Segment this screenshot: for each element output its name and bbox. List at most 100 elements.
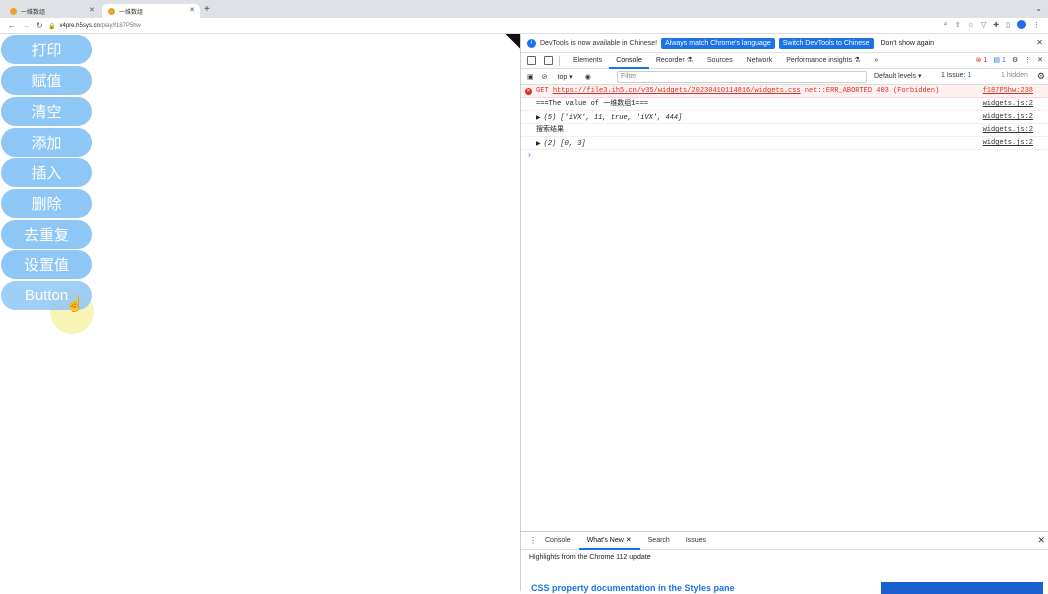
- tab-title: 一维数组: [119, 9, 144, 16]
- context-selector[interactable]: top ▾: [558, 73, 573, 81]
- close-drawer-icon[interactable]: ✕: [1037, 535, 1045, 546]
- divider: [559, 55, 560, 66]
- browser-tab[interactable]: 一维数组 ✕: [4, 4, 100, 18]
- forward-icon[interactable]: →: [22, 21, 30, 30]
- url-field[interactable]: 🔒 v4pre.h5sys.cn/play/f187P5hw: [48, 21, 141, 31]
- console-log-row[interactable]: ▶ (2) [0, 3] widgets.js:2: [521, 137, 1048, 150]
- zoom-icon[interactable]: ⌕: [944, 21, 948, 29]
- error-url-link[interactable]: https://file3.ih5.cn/v35/widgets/2023041…: [553, 87, 801, 95]
- whats-new-heading: Highlights from the Chrome 112 update: [529, 554, 651, 561]
- log-array-text: (2) [0, 3]: [543, 140, 586, 148]
- new-tab-button[interactable]: +: [204, 4, 210, 15]
- drawer-tab-label: What's New: [586, 536, 624, 544]
- tab-recorder[interactable]: Recorder ⚗: [649, 53, 700, 69]
- console-filter-input[interactable]: Filter: [617, 71, 867, 83]
- expand-arrow-icon[interactable]: ▶: [536, 140, 541, 147]
- issues-badge[interactable]: 1 Issue: 1: [941, 72, 971, 79]
- reload-icon[interactable]: ↻: [36, 21, 43, 30]
- back-icon[interactable]: ←: [8, 21, 16, 30]
- tab-sources[interactable]: Sources: [700, 53, 740, 69]
- drawer-menu-icon[interactable]: ⋮: [529, 536, 537, 545]
- browser-tab-active[interactable]: 一维数组 ✕: [102, 4, 200, 18]
- close-tab-icon[interactable]: ✕: [626, 537, 632, 544]
- close-tab-icon[interactable]: ✕: [189, 6, 195, 14]
- expand-arrow-icon[interactable]: ▶: [536, 114, 541, 121]
- language-infobar: i DevTools is now available in Chinese! …: [521, 34, 1048, 53]
- error-status: net::ERR_ABORTED 403 (Forbidden): [804, 87, 940, 95]
- switch-chinese-button[interactable]: Switch DevTools to Chinese: [778, 37, 874, 49]
- issues-count: 1: [967, 72, 972, 79]
- lock-icon: 🔒: [48, 23, 56, 30]
- log-source-link[interactable]: widgets.js:2: [983, 137, 1033, 150]
- dont-show-again-button[interactable]: Don't show again: [881, 40, 934, 47]
- live-expression-eye-icon[interactable]: ◉: [585, 73, 591, 81]
- device-toolbar-icon[interactable]: [544, 56, 553, 65]
- close-devtools-icon[interactable]: ✕: [1037, 56, 1043, 64]
- console-settings-gear-icon[interactable]: ⚙: [1037, 71, 1045, 82]
- drawer-tab-search[interactable]: Search: [640, 532, 678, 550]
- log-text: ===The value of 一维数组1===: [536, 100, 649, 108]
- menu-dots-icon[interactable]: ⋮: [1033, 21, 1040, 29]
- browser-tab-strip: 一维数组 ✕ 一维数组 ✕ + ⌄: [0, 0, 1048, 18]
- match-language-button[interactable]: Always match Chrome's language: [661, 37, 775, 49]
- dedupe-button[interactable]: 去重复: [1, 220, 92, 249]
- infobar-message: DevTools is now available in Chinese!: [540, 39, 658, 47]
- extension-icon[interactable]: ▽: [981, 21, 986, 29]
- favicon-icon: [108, 7, 115, 15]
- bookmark-star-icon[interactable]: ☆: [968, 21, 974, 29]
- print-button[interactable]: 打印: [1, 35, 92, 64]
- log-array-text: (5) ['iVX', 11, true, 'iVX', 444]: [543, 114, 683, 122]
- tab-console[interactable]: Console: [609, 53, 649, 69]
- set-value-button[interactable]: 设置值: [1, 250, 92, 279]
- error-source-link[interactable]: f187P5hw:238: [983, 85, 1033, 98]
- customize-menu-icon[interactable]: ⋮: [1024, 56, 1031, 64]
- devtools-status: ⊗ 1 ▤ 1 ⚙ ⋮ ✕: [976, 56, 1043, 64]
- more-tabs-icon[interactable]: »: [867, 53, 885, 69]
- error-count-badge[interactable]: ⊗ 1: [976, 56, 988, 64]
- hidden-count: 1 hidden: [1001, 72, 1028, 79]
- clear-button[interactable]: 清空: [1, 97, 92, 126]
- video-thumbnail[interactable]: [881, 582, 1043, 594]
- console-log-row[interactable]: ▶ (5) ['iVX', 11, true, 'iVX', 444] widge…: [521, 111, 1048, 124]
- console-log-row: ===The value of 一维数组1=== widgets.js:2: [521, 98, 1048, 111]
- log-source-link[interactable]: widgets.js:2: [983, 124, 1033, 137]
- insert-button[interactable]: 插入: [1, 158, 92, 187]
- profile-avatar[interactable]: [1017, 20, 1026, 29]
- close-infobar-icon[interactable]: ✕: [1036, 38, 1043, 47]
- log-levels-dropdown[interactable]: Default levels ▾: [874, 72, 921, 80]
- sidebar-toggle-icon[interactable]: ▣: [527, 73, 534, 81]
- log-source-link[interactable]: widgets.js:2: [983, 111, 1033, 124]
- clear-console-icon[interactable]: ⊘: [542, 73, 548, 81]
- info-icon: i: [527, 38, 536, 48]
- tab-network[interactable]: Network: [740, 53, 780, 69]
- devtools-tabs: Elements Console Recorder ⚗ Sources Netw…: [521, 53, 1048, 69]
- favicon-icon: [10, 7, 17, 15]
- drawer-tab-console[interactable]: Console: [537, 532, 579, 550]
- tab-elements[interactable]: Elements: [566, 53, 609, 69]
- console-prompt[interactable]: ›: [521, 150, 1048, 162]
- issues-label: 1 Issue:: [941, 72, 968, 79]
- drawer-tabs: ⋮ Console What's New ✕ Search Issues ✕: [521, 532, 1048, 550]
- add-button[interactable]: 添加: [1, 128, 92, 157]
- delete-button[interactable]: 删除: [1, 189, 92, 218]
- log-source-link[interactable]: widgets.js:2: [983, 98, 1033, 111]
- assign-button[interactable]: 赋值: [1, 66, 92, 95]
- inspect-element-icon[interactable]: [527, 56, 536, 65]
- close-tab-icon[interactable]: ✕: [89, 6, 95, 14]
- share-icon[interactable]: ⇪: [955, 21, 961, 29]
- tab-title: 一维数组: [21, 9, 46, 16]
- puzzle-icon[interactable]: ✚: [993, 21, 999, 29]
- drawer-tab-issues[interactable]: Issues: [678, 532, 714, 550]
- settings-gear-icon[interactable]: ⚙: [1012, 56, 1018, 64]
- tab-search-icon[interactable]: ⌄: [1035, 4, 1042, 13]
- sidebar-icon[interactable]: ▯: [1006, 21, 1010, 29]
- devtools-drawer: ⋮ Console What's New ✕ Search Issues ✕ H…: [521, 531, 1048, 594]
- url-path: /play/f187P5hw: [99, 23, 141, 29]
- console-log-row: 搜索结果 widgets.js:2: [521, 124, 1048, 137]
- address-bar-icons: ⌕ ⇪ ☆ ▽ ✚ ▯ ⋮: [944, 20, 1040, 29]
- console-toolbar: ▣ ⊘ top ▾ ◉ Filter Default levels ▾ 1 Is…: [521, 69, 1048, 85]
- message-count-badge[interactable]: ▤ 1: [993, 56, 1005, 64]
- tab-performance-insights[interactable]: Performance insights ⚗: [779, 53, 867, 69]
- drawer-tab-whats-new[interactable]: What's New ✕: [578, 532, 640, 550]
- css-doc-link[interactable]: CSS property documentation in the Styles…: [531, 583, 735, 593]
